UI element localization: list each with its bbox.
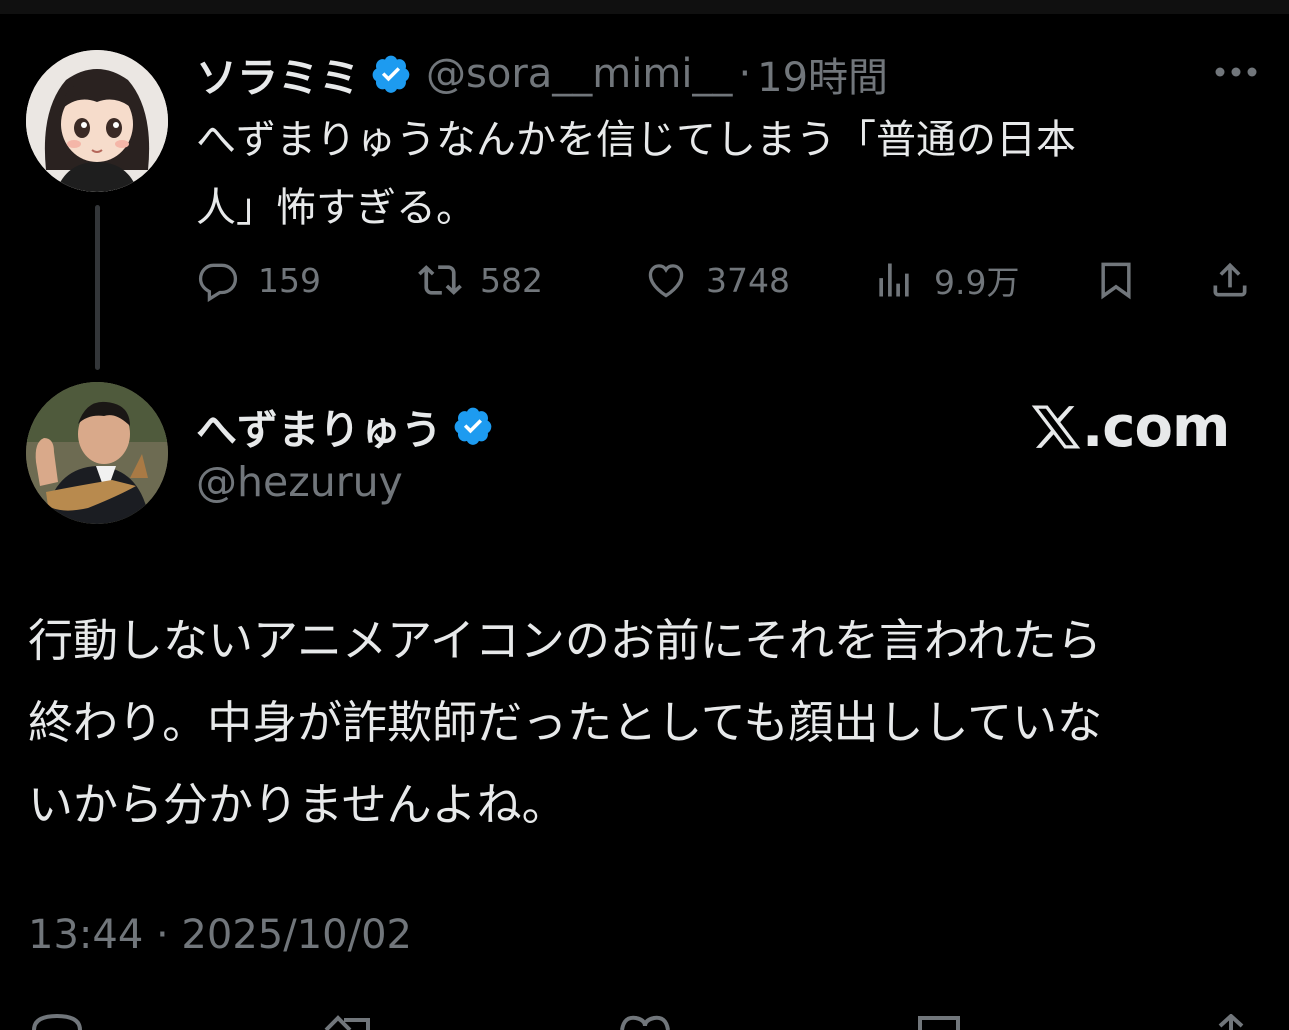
parent-handle[interactable]: @sora__mimi__ xyxy=(426,51,732,97)
share-icon[interactable] xyxy=(1208,1014,1254,1030)
profile-photo xyxy=(26,382,168,524)
share-button[interactable] xyxy=(1208,252,1252,308)
reply-icon xyxy=(198,263,238,302)
like-count: 3748 xyxy=(706,260,790,300)
x-logo-icon xyxy=(1031,405,1081,449)
main-tweet-header: へずまりゅう xyxy=(196,396,494,456)
bottom-action-bar-cutoff xyxy=(0,1014,1289,1030)
retweet-count: 582 xyxy=(480,260,543,300)
parent-tweet-header: ソラミミ @sora__mimi__ · 19時間 xyxy=(196,46,888,102)
main-display-name[interactable]: へずまりゅう xyxy=(196,396,442,456)
reply-count: 159 xyxy=(258,260,321,300)
reply-icon[interactable] xyxy=(30,1014,84,1030)
retweet-icon xyxy=(418,265,462,295)
views-icon xyxy=(879,263,909,297)
retweet-button[interactable]: 582 xyxy=(418,252,543,308)
views-button[interactable]: 9.9万 xyxy=(872,252,1019,308)
thread-connector-line xyxy=(95,205,100,370)
top-edge xyxy=(0,0,1289,14)
x-com-watermark: .com xyxy=(1030,394,1230,460)
parent-time[interactable]: 19時間 xyxy=(757,45,888,103)
parent-tweet-text: へずまりゅうなんかを信じてしまう「普通の日本 人」怖すぎる。 xyxy=(196,117,1076,231)
avatar-sora-mimi[interactable] xyxy=(26,50,168,192)
like-icon xyxy=(648,264,684,298)
separator-dot: · xyxy=(738,51,752,97)
x-com-text: .com xyxy=(1082,394,1230,460)
bookmark-icon[interactable] xyxy=(916,1014,962,1030)
verified-icon xyxy=(370,53,412,95)
views-count: 9.9万 xyxy=(934,263,1020,302)
verified-icon xyxy=(452,405,494,447)
like-icon[interactable] xyxy=(618,1014,672,1030)
share-icon xyxy=(1213,262,1247,297)
main-handle[interactable]: @hezuruy xyxy=(196,458,403,506)
bookmark-icon xyxy=(1101,262,1131,300)
parent-display-name[interactable]: ソラミミ xyxy=(196,44,360,104)
main-tweet-timestamp[interactable]: 13:44 · 2025/10/02 xyxy=(28,912,412,958)
retweet-icon[interactable] xyxy=(320,1014,374,1030)
avatar-hezuruy[interactable] xyxy=(26,382,168,524)
main-tweet-text: 行動しないアニメアイコンのお前にそれを言われたら 終わり。中身が詐欺師だったとし… xyxy=(28,614,1103,831)
parent-action-bar: 159 582 3748 9.9万 xyxy=(196,252,1260,308)
bookmark-button[interactable] xyxy=(1094,252,1138,308)
more-icon[interactable] xyxy=(1214,64,1258,78)
reply-button[interactable]: 159 xyxy=(196,252,321,308)
anime-avatar-illustration xyxy=(26,50,168,192)
like-button[interactable]: 3748 xyxy=(644,252,790,308)
